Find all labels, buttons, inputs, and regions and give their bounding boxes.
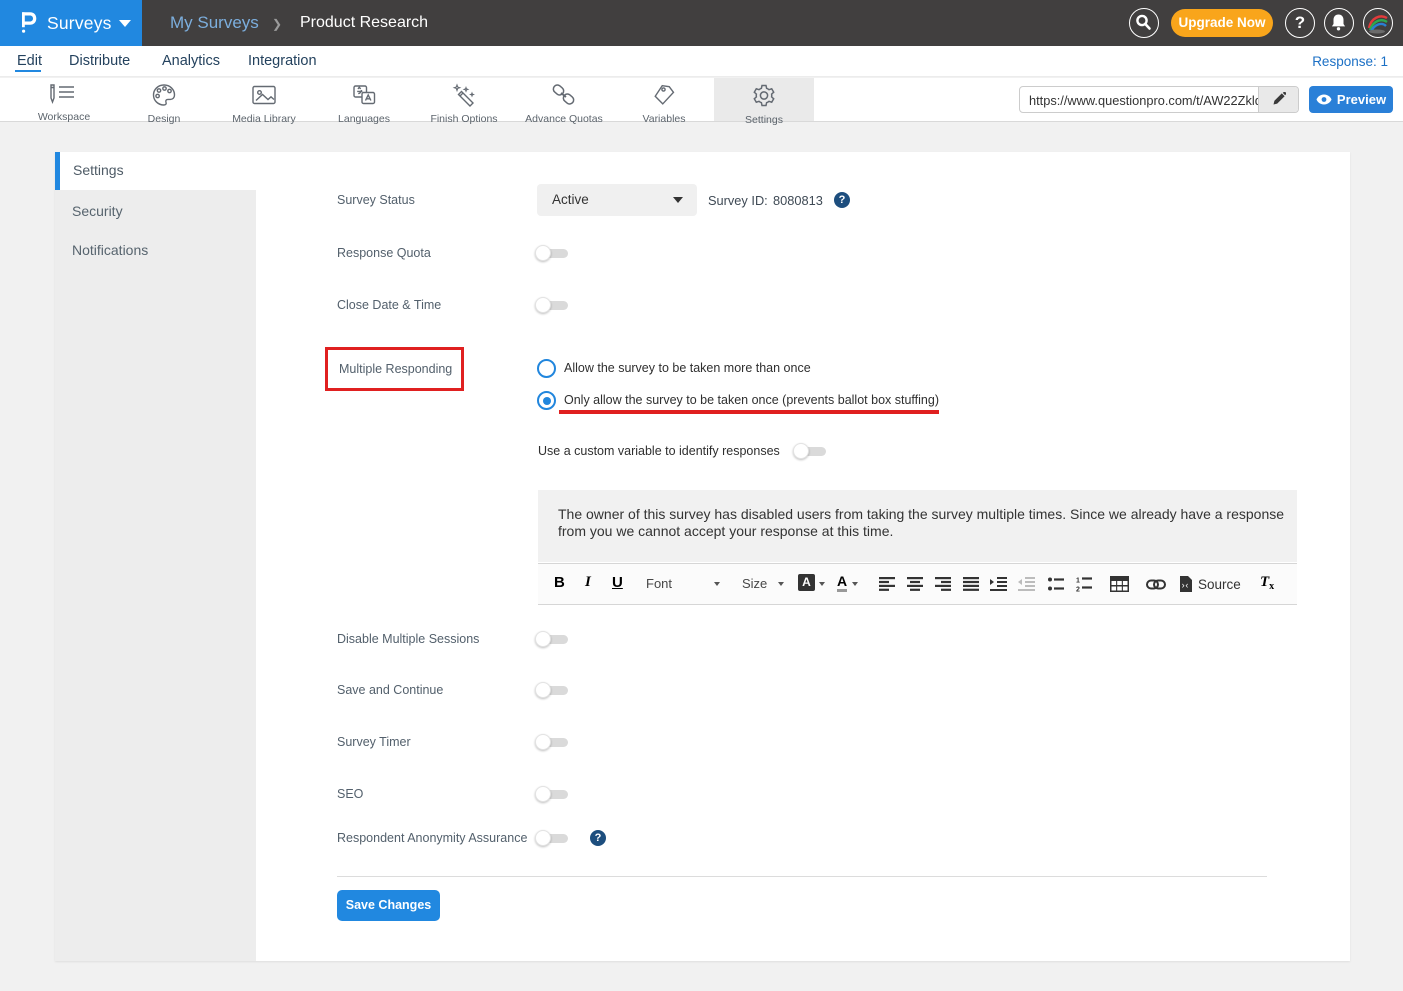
svg-text:‹: ‹ — [1185, 580, 1188, 590]
svg-text:1: 1 — [1076, 578, 1080, 585]
svg-text:2: 2 — [1076, 587, 1080, 593]
svg-text:›: › — [1182, 580, 1185, 590]
